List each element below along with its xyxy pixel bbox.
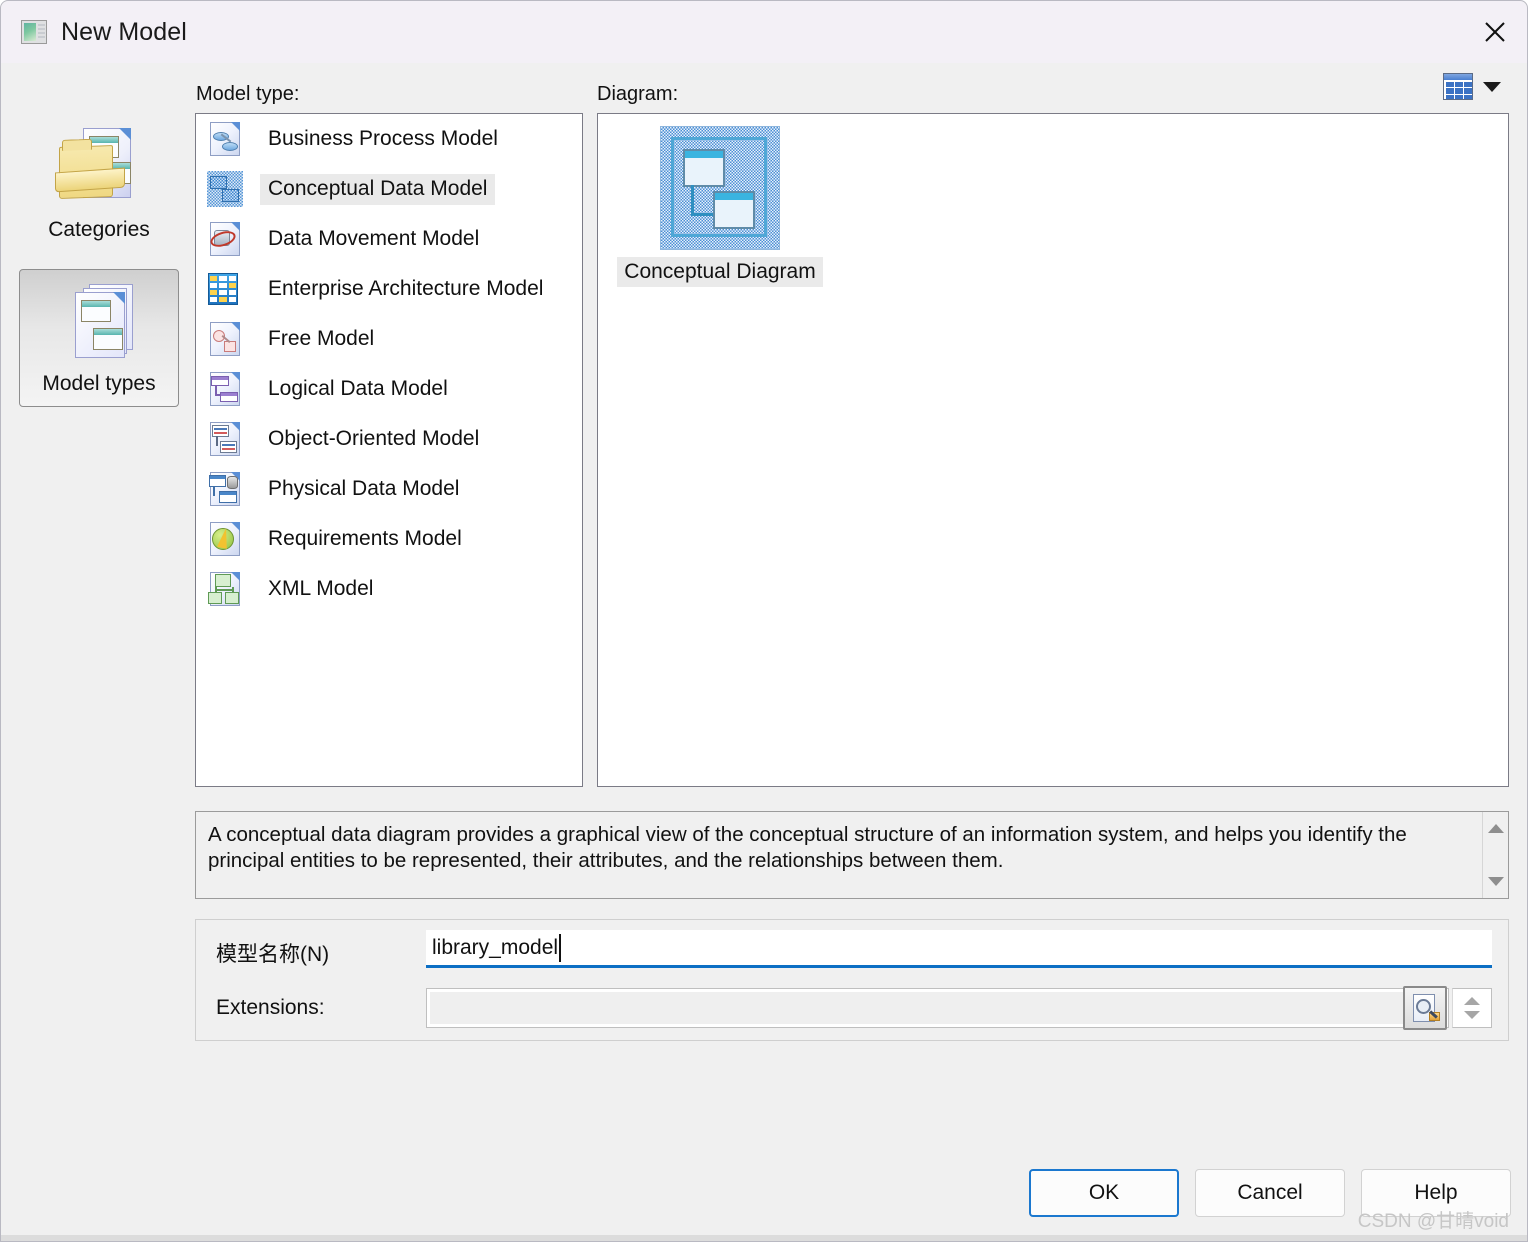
scroll-up-arrow-icon[interactable] [1487, 824, 1504, 833]
browse-extensions-button[interactable] [1403, 986, 1447, 1030]
model-properties-form: 模型名称(N) Extensions: [195, 919, 1509, 1041]
list-item-physical-data-model[interactable]: Physical Data Model [196, 464, 582, 514]
list-item-free-model[interactable]: Free Model [196, 314, 582, 364]
model-type-label: Model type: [196, 83, 300, 105]
grid-view-icon [1443, 73, 1473, 100]
close-icon[interactable] [1463, 1, 1527, 63]
list-item-label: Requirements Model [268, 526, 462, 550]
list-item-business-process-model[interactable]: Business Process Model [196, 114, 582, 164]
categories-icon [53, 124, 145, 210]
model-type-list[interactable]: Business Process Model Conceptual Data M… [195, 113, 583, 787]
category-rail: Categories Model types [19, 115, 179, 407]
list-item-label: Object-Oriented Model [268, 426, 480, 450]
text-caret [559, 934, 561, 962]
list-item-label: Data Movement Model [268, 226, 480, 250]
dialog-title: New Model [61, 17, 187, 46]
scroll-down-arrow-icon[interactable] [1487, 877, 1504, 886]
list-item-object-oriented-model[interactable]: Object-Oriented Model [196, 414, 582, 464]
list-item-label: Business Process Model [268, 126, 498, 150]
diagram-list[interactable]: Conceptual Diagram [597, 113, 1509, 787]
list-item-data-movement-model[interactable]: Data Movement Model [196, 214, 582, 264]
extensions-stepper[interactable] [1452, 988, 1492, 1028]
description-box: A conceptual data diagram provides a gra… [195, 811, 1509, 899]
object-oriented-model-icon [206, 420, 244, 458]
chevron-down-icon[interactable] [1483, 81, 1501, 92]
dialog-body: Model type: Diagram: Categories Model ty… [1, 63, 1527, 1241]
rail-item-model-types[interactable]: Model types [19, 269, 179, 407]
list-item-requirements-model[interactable]: Requirements Model [196, 514, 582, 564]
help-button[interactable]: Help [1361, 1169, 1511, 1217]
description-scrollbar[interactable] [1482, 812, 1508, 898]
list-item-xml-model[interactable]: XML Model [196, 564, 582, 614]
logical-data-model-icon [206, 370, 244, 408]
xml-model-icon [206, 570, 244, 608]
list-item-label: XML Model [268, 576, 374, 600]
model-window-icon [21, 20, 47, 44]
model-name-label: 模型名称(N) [216, 943, 330, 966]
dialog-footer: OK Cancel Help CSDN @甘晴void [1, 1159, 1527, 1241]
description-text: A conceptual data diagram provides a gra… [208, 823, 1407, 872]
ok-button[interactable]: OK [1029, 1169, 1179, 1217]
model-types-icon [53, 278, 145, 364]
list-item-label: Physical Data Model [268, 476, 460, 500]
enterprise-architecture-model-icon [206, 270, 244, 308]
physical-data-model-icon [206, 470, 244, 508]
diagram-item-conceptual-diagram[interactable]: Conceptual Diagram [610, 126, 830, 287]
list-item-label: Logical Data Model [268, 376, 448, 400]
list-item-label: Free Model [268, 326, 375, 350]
extensions-field-wrap [426, 988, 1492, 1028]
business-process-model-icon [206, 120, 244, 158]
model-name-input[interactable] [426, 930, 1492, 968]
diagram-item-label-text: Conceptual Diagram [617, 257, 823, 287]
rail-item-categories[interactable]: Categories [19, 115, 179, 253]
rail-item-label: Categories [48, 218, 150, 241]
new-model-dialog: New Model Model type: Diagram: Categorie… [0, 0, 1528, 1242]
rail-item-label: Model types [42, 372, 156, 395]
diagram-label: Diagram: [597, 83, 679, 105]
spinner-down-icon[interactable] [1464, 1011, 1480, 1019]
list-item-enterprise-architecture-model[interactable]: Enterprise Architecture Model [196, 264, 582, 314]
conceptual-data-model-icon [206, 170, 244, 208]
conceptual-diagram-thumbnail [660, 126, 780, 250]
list-item-conceptual-data-model[interactable]: Conceptual Data Model [196, 164, 582, 214]
list-item-label: Conceptual Data Model [260, 173, 496, 205]
spinner-up-icon[interactable] [1464, 997, 1480, 1005]
list-item-label: Enterprise Architecture Model [268, 276, 544, 300]
view-switch-button[interactable] [1443, 73, 1501, 100]
cancel-button[interactable]: Cancel [1195, 1169, 1345, 1217]
diagram-item-label: Conceptual Diagram [610, 257, 830, 287]
requirements-model-icon [206, 520, 244, 558]
extensions-label: Extensions: [216, 996, 325, 1019]
extensions-input[interactable] [426, 988, 1449, 1028]
list-item-logical-data-model[interactable]: Logical Data Model [196, 364, 582, 414]
free-model-icon [206, 320, 244, 358]
title-bar: New Model [1, 1, 1527, 63]
window-bottom-edge [1, 1235, 1527, 1241]
data-movement-model-icon [206, 220, 244, 258]
